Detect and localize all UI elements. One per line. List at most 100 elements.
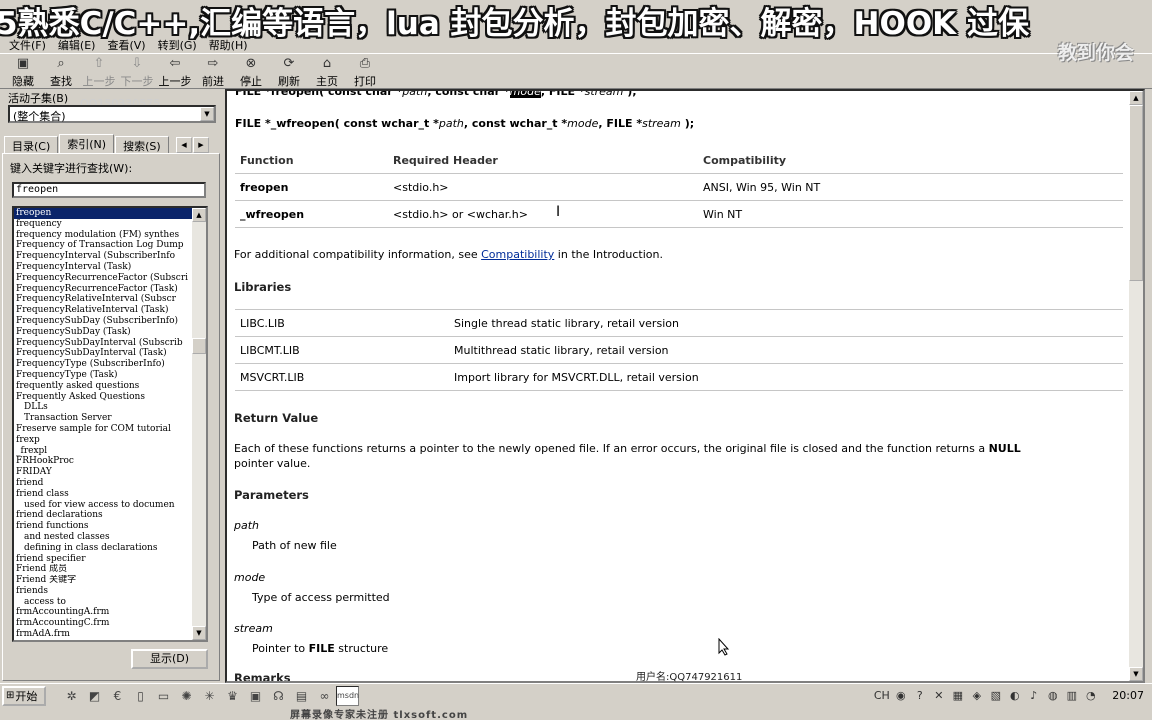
tray-app-icon[interactable]: ✕ — [929, 687, 948, 705]
index-list-item[interactable]: frequently asked questions — [14, 381, 194, 392]
index-list-item[interactable]: FrequencyRecurrenceFactor (Subscri — [14, 273, 194, 284]
tray-app-icon[interactable]: ▥ — [1062, 687, 1081, 705]
tab-scroll-left-icon[interactable]: ◀ — [176, 137, 192, 153]
index-list-item[interactable]: FRHookProc — [14, 456, 194, 467]
tray-app-icon[interactable]: ◔ — [1081, 687, 1100, 705]
index-list[interactable]: freopen frequency frequency modulation (FM… — [12, 206, 208, 642]
euro-icon[interactable]: € — [106, 686, 129, 706]
bug-icon[interactable]: ✺ — [175, 686, 198, 706]
menu-edit[interactable]: 编辑(E) — [53, 36, 101, 52]
index-list-item[interactable]: frmAccountingC.frm — [14, 618, 194, 629]
tray-app-icon[interactable]: ▦ — [948, 687, 967, 705]
show-button[interactable]: 显示(D) — [131, 649, 208, 669]
index-list-item[interactable]: friend — [14, 478, 194, 489]
link-icon[interactable]: ∞ — [313, 686, 336, 706]
forward-button[interactable]: ⇨ 前进 — [194, 54, 232, 88]
index-list-item[interactable]: Frequency of Transaction Log Dump — [14, 240, 194, 251]
index-list-item[interactable]: access to — [14, 597, 194, 608]
app-icon[interactable]: ▤ — [290, 686, 313, 706]
volume-icon[interactable]: ♪ — [1024, 687, 1043, 705]
index-list-item[interactable]: FrequencySubDayInterval (Task) — [14, 348, 194, 359]
tab-index[interactable]: 索引(N) — [59, 134, 115, 153]
index-list-item[interactable]: frequency modulation (FM) synthes — [14, 230, 194, 241]
stop-button[interactable]: ⊗ 停止 — [232, 54, 270, 88]
index-list-item[interactable]: FrequencySubDay (SubscriberInfo) — [14, 316, 194, 327]
app-icon[interactable]: ✲ — [60, 686, 83, 706]
app-icon[interactable]: ◩ — [83, 686, 106, 706]
index-list-item[interactable]: Frequently Asked Questions — [14, 392, 194, 403]
index-list-item[interactable]: friend functions — [14, 521, 194, 532]
back-button[interactable]: ⇦ 上一步 — [156, 54, 194, 88]
index-list-item[interactable]: friend class — [14, 489, 194, 500]
scroll-down-icon[interactable]: ▼ — [1129, 667, 1143, 681]
index-list-item[interactable]: FrequencyInterval (Task) — [14, 262, 194, 273]
scroll-up-icon[interactable]: ▲ — [192, 208, 206, 222]
index-list-item[interactable]: FrequencyType (Task) — [14, 370, 194, 381]
ime-indicator[interactable]: CH — [872, 687, 891, 705]
hide-button[interactable]: ▣ 隐藏 — [4, 54, 42, 88]
index-list-item[interactable]: FrequencySubDayInterval (Subscrib — [14, 338, 194, 349]
scroll-up-icon[interactable]: ▲ — [1129, 91, 1143, 105]
index-list-item[interactable]: FrequencySubDay (Task) — [14, 327, 194, 338]
index-list-item[interactable]: frexp — [14, 435, 194, 446]
menu-file[interactable]: 文件(F) — [4, 36, 51, 52]
scroll-down-icon[interactable]: ▼ — [192, 626, 206, 640]
refresh-button[interactable]: ⟳ 刷新 — [270, 54, 308, 88]
app-icon[interactable]: ☊ — [267, 686, 290, 706]
index-list-item[interactable]: frmAdA.frm — [14, 629, 194, 640]
index-list-item[interactable]: and nested classes — [14, 532, 194, 543]
app-icon[interactable]: ▯ — [129, 686, 152, 706]
index-list-item[interactable]: FrequencyType (SubscriberInfo) — [14, 359, 194, 370]
scroll-thumb[interactable] — [192, 338, 206, 354]
index-list-item[interactable]: friend specifier — [14, 554, 194, 565]
index-list-item[interactable]: _frexpl — [14, 446, 194, 457]
tray-app-icon[interactable]: ◈ — [967, 687, 986, 705]
clock[interactable]: 20:07 — [1112, 689, 1150, 702]
tray-app-icon[interactable]: ◐ — [1005, 687, 1024, 705]
msdn-task-button[interactable]: msdn — [336, 685, 359, 706]
start-button[interactable]: ⊞ 开始 — [2, 685, 46, 706]
app-icon[interactable]: ♛ — [221, 686, 244, 706]
scroll-thumb[interactable] — [1129, 105, 1143, 281]
locate-button[interactable]: ⌕ 查找 — [42, 54, 80, 88]
tray-app-icon[interactable]: ◉ — [891, 687, 910, 705]
help-icon[interactable]: ? — [910, 687, 929, 705]
index-list-item[interactable]: Friend 成员 — [14, 564, 194, 575]
home-button[interactable]: ⌂ 主页 — [308, 54, 346, 88]
index-list-item[interactable]: freopen — [14, 208, 194, 219]
compatibility-link[interactable]: Compatibility — [481, 248, 554, 261]
app-icon[interactable]: ▭ — [152, 686, 175, 706]
index-list-item[interactable]: FrequencyRelativeInterval (Task) — [14, 305, 194, 316]
index-list-item[interactable]: frequency — [14, 219, 194, 230]
index-list-item[interactable]: FrequencyRelativeInterval (Subscr — [14, 294, 194, 305]
app-icon[interactable]: ▣ — [244, 686, 267, 706]
tray-app-icon[interactable]: ◍ — [1043, 687, 1062, 705]
tab-search[interactable]: 搜索(S) — [115, 136, 169, 153]
index-list-item[interactable]: Freserve sample for COM tutorial — [14, 424, 194, 435]
index-list-item[interactable]: Friend 关键字 — [14, 575, 194, 586]
subset-select[interactable]: (整个集合) ▼ — [8, 105, 216, 123]
content-scrollbar[interactable]: ▲ ▼ — [1129, 91, 1143, 681]
menu-goto[interactable]: 转到(G) — [153, 36, 202, 52]
index-list-item[interactable]: DLLs — [14, 402, 194, 413]
menu-view[interactable]: 查看(V) — [102, 36, 150, 52]
index-list-item[interactable]: FrequencyRecurrenceFactor (Task) — [14, 284, 194, 295]
index-list-item[interactable]: friends — [14, 586, 194, 597]
keyword-input[interactable]: freopen — [12, 182, 206, 198]
menu-help[interactable]: 帮助(H) — [204, 36, 253, 52]
tab-scroll-right-icon[interactable]: ▶ — [193, 137, 209, 153]
previous-topic-button[interactable]: ⇧ 上一步 — [80, 54, 118, 88]
index-list-item[interactable]: FrequencyInterval (SubscriberInfo — [14, 251, 194, 262]
app-icon[interactable]: ✳ — [198, 686, 221, 706]
print-button[interactable]: ⎙ 打印 — [346, 54, 384, 88]
tray-app-icon[interactable]: ▧ — [986, 687, 1005, 705]
next-topic-button[interactable]: ⇩ 下一步 — [118, 54, 156, 88]
index-list-item[interactable]: FRIDAY — [14, 467, 194, 478]
chevron-down-icon[interactable]: ▼ — [200, 107, 214, 121]
index-list-item[interactable]: frmAccountingA.frm — [14, 607, 194, 618]
index-list-item[interactable]: defining in class declarations — [14, 543, 194, 554]
index-list-item[interactable]: friend declarations — [14, 510, 194, 521]
tab-contents[interactable]: 目录(C) — [4, 136, 59, 153]
index-list-item[interactable]: used for view access to documen — [14, 500, 194, 511]
index-list-scrollbar[interactable]: ▲ ▼ — [192, 208, 206, 640]
